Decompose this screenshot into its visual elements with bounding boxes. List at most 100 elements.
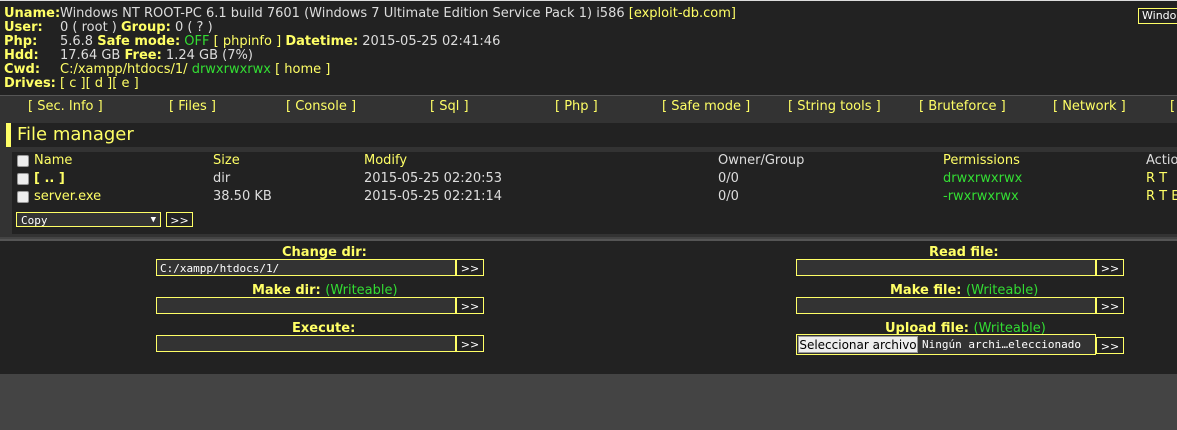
row-checkbox[interactable] [17, 191, 29, 203]
cwd-permissions: drwxrwxrwx [191, 62, 271, 77]
table-row: server.exe 38.50 KB 2015-05-25 02:21:14 … [12, 188, 1177, 206]
file-manager-title: File manager [6, 123, 1177, 147]
exploit-db-link[interactable]: [exploit-db.com] [629, 6, 736, 21]
col-name[interactable]: Name [34, 152, 72, 170]
make-dir-input[interactable] [156, 297, 456, 314]
php-label: Php: [4, 34, 38, 49]
file-size: 38.50 KB [213, 189, 272, 204]
file-modify: 2015-05-25 02:21:14 [364, 189, 503, 204]
user-label: User: [4, 20, 43, 35]
menu-console[interactable]: [ Console ] [286, 99, 356, 114]
group-value: 0 ( ? ) [174, 20, 213, 35]
file-action-go-button[interactable]: >> [166, 212, 193, 227]
make-file-label: Make file: [890, 283, 962, 298]
file-name-link[interactable]: [ .. ] [34, 170, 65, 188]
make-dir-writeable: (Writeable) [325, 283, 398, 298]
col-permissions[interactable]: Permissions [943, 152, 1020, 170]
read-file-go-button[interactable]: >> [1096, 259, 1124, 276]
safe-mode-value: OFF [184, 34, 210, 49]
file-action-select[interactable]: Copy ▼ [16, 212, 161, 227]
uname-row: Uname: Windows NT ROOT-PC 6.1 build 7601… [4, 6, 736, 21]
choose-file-button[interactable]: Seleccionar archivo [798, 336, 918, 353]
group-label: Group: [121, 20, 171, 35]
php-version: 5.6.8 [60, 34, 94, 49]
execute-go-button[interactable]: >> [456, 335, 484, 352]
make-dir-go-button[interactable]: >> [456, 297, 484, 314]
menu-network[interactable]: [ Network ] [1053, 99, 1126, 114]
file-action-value: Copy [21, 214, 48, 227]
col-size[interactable]: Size [213, 152, 240, 170]
file-owner: 0/0 [718, 171, 739, 186]
read-file-label: Read file: [929, 245, 999, 260]
hdd-label: Hdd: [4, 48, 39, 63]
make-dir-label-group: Make dir: (Writeable) [252, 283, 398, 298]
datetime-value: 2015-05-25 02:41:46 [362, 34, 501, 49]
col-actions: Actio [1146, 153, 1177, 168]
user-value: 0 ( root ) [60, 20, 117, 35]
upload-file-status: Ningún archi…eleccionado [922, 338, 1081, 351]
server-info-panel: Uname: Windows NT ROOT-PC 6.1 build 7601… [0, 0, 1177, 95]
file-size: dir [213, 171, 231, 186]
encoding-select[interactable]: Windo [1138, 8, 1177, 24]
table-row: [ .. ] dir 2015-05-25 02:20:53 0/0 drwxr… [12, 170, 1177, 188]
make-dir-label: Make dir: [252, 283, 321, 298]
free-value: 1.24 GB (7%) [165, 48, 253, 63]
upload-file-go-button[interactable]: >> [1096, 337, 1124, 354]
file-permissions[interactable]: -rwxrwxrwx [943, 188, 1019, 206]
change-dir-input[interactable]: C:/xampp/htdocs/1/ [156, 259, 456, 276]
menu-php[interactable]: [ Php ] [555, 99, 598, 114]
col-modify[interactable]: Modify [364, 152, 407, 170]
file-actions[interactable]: R T E [1146, 188, 1177, 206]
chevron-down-icon: ▼ [150, 215, 156, 225]
user-row: User: 0 ( root ) Group: 0 ( ? ) [4, 20, 213, 35]
drives-row: Drives: [ c ][ d ][ e ] [4, 76, 139, 91]
upload-file-input[interactable]: Seleccionar archivo Ningún archi…eleccio… [796, 334, 1096, 355]
drive-e-link[interactable]: [ e ] [112, 76, 138, 91]
hdd-value: 17.64 GB [60, 48, 121, 63]
menu-sec-info[interactable]: [ Sec. Info ] [28, 99, 103, 114]
read-file-input[interactable] [796, 259, 1096, 276]
menu-string-tools[interactable]: [ String tools ] [788, 99, 881, 114]
cwd-row: Cwd: C:/xampp/htdocs/1/ drwxrwxrwx [ hom… [4, 62, 330, 77]
file-owner: 0/0 [718, 189, 739, 204]
select-all-checkbox[interactable] [17, 155, 29, 167]
make-file-writeable: (Writeable) [966, 283, 1039, 298]
datetime-label: Datetime: [285, 34, 359, 49]
file-name-link[interactable]: server.exe [34, 188, 101, 206]
make-file-go-button[interactable]: >> [1096, 297, 1124, 314]
execute-label: Execute: [292, 321, 356, 336]
file-permissions[interactable]: drwxrwxrwx [943, 170, 1022, 188]
make-file-label-group: Make file: (Writeable) [890, 283, 1038, 298]
safe-mode-label: Safe mode: [97, 34, 181, 49]
home-link[interactable]: [ home ] [275, 62, 330, 77]
menu-files[interactable]: [ Files ] [169, 99, 216, 114]
menu-bruteforce[interactable]: [ Bruteforce ] [919, 99, 1006, 114]
phpinfo-link[interactable]: [ phpinfo ] [214, 34, 282, 49]
uname-label: Uname: [4, 6, 61, 21]
menu-more[interactable]: [ [1170, 99, 1175, 114]
drive-c-link[interactable]: [ c ] [60, 76, 86, 91]
make-file-input[interactable] [796, 297, 1096, 314]
uname-value: Windows NT ROOT-PC 6.1 build 7601 (Windo… [60, 6, 625, 21]
cwd-path-link[interactable]: C:/xampp/htdocs/1/ [60, 62, 188, 77]
hdd-row: Hdd: 17.64 GB Free: 1.24 GB (7%) [4, 48, 253, 63]
drives-label: Drives: [4, 76, 56, 91]
free-label: Free: [124, 48, 162, 63]
file-actions[interactable]: R T [1146, 170, 1167, 188]
file-manager-section: File manager Name Size Modify Owner/Grou… [0, 117, 1177, 237]
change-dir-label: Change dir: [282, 245, 367, 260]
cwd-label: Cwd: [4, 62, 41, 77]
col-owner-group: Owner/Group [718, 153, 805, 168]
table-header: Name Size Modify Owner/Group Permissions… [12, 152, 1177, 170]
change-dir-go-button[interactable]: >> [456, 259, 484, 276]
tools-panel: Change dir: C:/xampp/htdocs/1/ >> Make d… [0, 239, 1177, 374]
menu-safe-mode[interactable]: [ Safe mode ] [662, 99, 750, 114]
file-table: Name Size Modify Owner/Group Permissions… [12, 152, 1177, 234]
main-menu: [ Sec. Info ] [ Files ] [ Console ] [ Sq… [0, 95, 1177, 118]
php-row: Php: 5.6.8 Safe mode: OFF [ phpinfo ] Da… [4, 34, 500, 49]
drive-d-link[interactable]: [ d ] [86, 76, 113, 91]
execute-input[interactable] [156, 335, 456, 352]
file-modify: 2015-05-25 02:20:53 [364, 171, 503, 186]
menu-sql[interactable]: [ Sql ] [430, 99, 469, 114]
row-checkbox[interactable] [17, 173, 29, 185]
